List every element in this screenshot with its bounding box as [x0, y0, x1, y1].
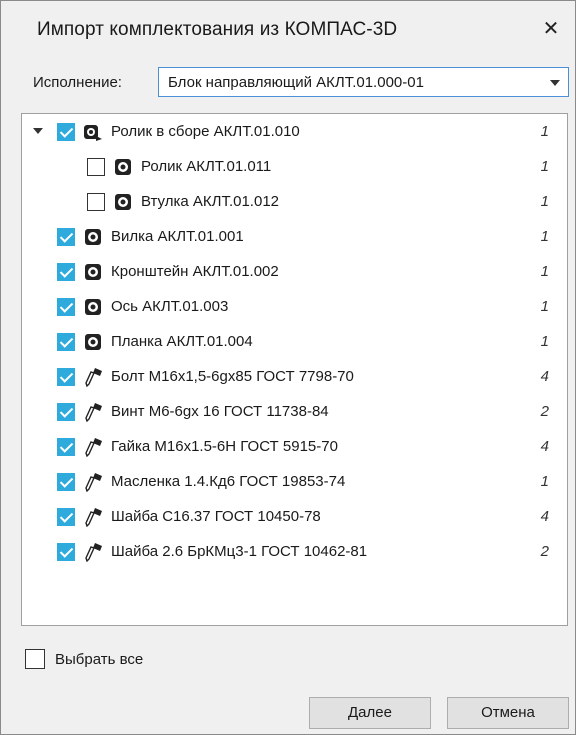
import-dialog: Импорт комплектования из КОМПАС-3D ✕ Исп… — [0, 0, 576, 735]
variant-select[interactable]: Блок направляющий АКЛТ.01.000-01 — [158, 67, 569, 97]
row-label: Кронштейн АКЛТ.01.002 — [111, 263, 279, 280]
expand-arrow-icon[interactable] — [33, 128, 43, 134]
tree-row[interactable]: Вилка АКЛТ.01.001 1 — [22, 220, 567, 254]
standard-item-icon — [83, 437, 103, 458]
standard-item-icon — [83, 542, 103, 563]
standard-item-icon — [83, 402, 103, 423]
row-checkbox[interactable] — [57, 123, 75, 141]
row-quantity: 1 — [540, 473, 549, 490]
select-all-label[interactable]: Выбрать все — [55, 651, 143, 668]
row-quantity: 2 — [540, 543, 549, 560]
variant-row: Исполнение: Блок направляющий АКЛТ.01.00… — [1, 67, 575, 101]
row-quantity: 1 — [540, 298, 549, 315]
tree-row[interactable]: Ось АКЛТ.01.003 1 — [22, 290, 567, 324]
row-quantity: 1 — [540, 333, 549, 350]
part-icon — [83, 262, 103, 282]
tree-row[interactable]: Кронштейн АКЛТ.01.002 1 — [22, 255, 567, 289]
standard-item-icon — [83, 472, 103, 493]
tree-row[interactable]: Ролик в сборе АКЛТ.01.010 1 — [22, 115, 567, 149]
tree-row[interactable]: Планка АКЛТ.01.004 1 — [22, 325, 567, 359]
part-icon — [83, 227, 103, 247]
row-checkbox[interactable] — [57, 403, 75, 421]
row-quantity: 2 — [540, 403, 549, 420]
tree-row[interactable]: Масленка 1.4.Кд6 ГОСТ 19853-74 1 — [22, 465, 567, 499]
row-quantity: 4 — [540, 438, 549, 455]
tree-row[interactable]: Шайба 2.6 БрКМц3-1 ГОСТ 10462-81 2 — [22, 535, 567, 569]
row-quantity: 1 — [540, 123, 549, 140]
tree-row[interactable]: Болт М16х1,5-6gх85 ГОСТ 7798-70 4 — [22, 360, 567, 394]
row-checkbox[interactable] — [57, 368, 75, 386]
chevron-down-icon — [550, 80, 560, 86]
select-all-checkbox[interactable] — [25, 649, 45, 669]
tree-row[interactable]: Шайба С16.37 ГОСТ 10450-78 4 — [22, 500, 567, 534]
row-label: Ролик АКЛТ.01.011 — [141, 158, 272, 175]
part-icon — [113, 157, 133, 177]
row-checkbox[interactable] — [57, 438, 75, 456]
variant-value: Блок направляющий АКЛТ.01.000-01 — [168, 74, 424, 91]
row-quantity: 1 — [540, 158, 549, 175]
dialog-title: Импорт комплектования из КОМПАС-3D — [37, 19, 398, 40]
row-label: Гайка М16х1.5-6Н ГОСТ 5915-70 — [111, 438, 338, 455]
row-label: Втулка АКЛТ.01.012 — [141, 193, 280, 210]
row-label: Масленка 1.4.Кд6 ГОСТ 19853-74 — [111, 473, 346, 490]
row-label: Шайба С16.37 ГОСТ 10450-78 — [111, 508, 321, 525]
cancel-button[interactable]: Отмена — [447, 697, 569, 729]
row-checkbox[interactable] — [57, 263, 75, 281]
row-label: Ось АКЛТ.01.003 — [111, 298, 229, 315]
row-label: Планка АКЛТ.01.004 — [111, 333, 253, 350]
next-button[interactable]: Далее — [309, 697, 431, 729]
close-icon[interactable]: ✕ — [535, 13, 567, 45]
row-label: Винт М6-6gх 16 ГОСТ 11738-84 — [111, 403, 329, 420]
row-checkbox[interactable] — [57, 543, 75, 561]
row-label: Шайба 2.6 БрКМц3-1 ГОСТ 10462-81 — [111, 543, 368, 560]
standard-item-icon — [83, 367, 103, 388]
component-tree[interactable]: Ролик в сборе АКЛТ.01.010 1 Ролик АКЛТ.01.… — [21, 113, 568, 626]
row-checkbox[interactable] — [57, 473, 75, 491]
row-quantity: 4 — [540, 368, 549, 385]
row-label: Ролик в сборе АКЛТ.01.010 — [111, 123, 300, 140]
assembly-icon — [83, 122, 103, 142]
row-checkbox[interactable] — [57, 228, 75, 246]
tree-row[interactable]: Ролик АКЛТ.01.011 1 — [22, 150, 567, 184]
row-quantity: 1 — [540, 193, 549, 210]
row-quantity: 1 — [540, 263, 549, 280]
part-icon — [83, 332, 103, 352]
standard-item-icon — [83, 507, 103, 528]
tree-row[interactable]: Втулка АКЛТ.01.012 1 — [22, 185, 567, 219]
part-icon — [83, 297, 103, 317]
row-label: Болт М16х1,5-6gх85 ГОСТ 7798-70 — [111, 368, 354, 385]
part-icon — [113, 192, 133, 212]
variant-label: Исполнение: — [33, 74, 122, 91]
tree-row[interactable]: Винт М6-6gх 16 ГОСТ 11738-84 2 — [22, 395, 567, 429]
row-quantity: 4 — [540, 508, 549, 525]
row-checkbox[interactable] — [87, 193, 105, 211]
row-checkbox[interactable] — [57, 508, 75, 526]
row-label: Вилка АКЛТ.01.001 — [111, 228, 244, 245]
row-checkbox[interactable] — [57, 333, 75, 351]
tree-row[interactable]: Гайка М16х1.5-6Н ГОСТ 5915-70 4 — [22, 430, 567, 464]
row-checkbox[interactable] — [57, 298, 75, 316]
row-checkbox[interactable] — [87, 158, 105, 176]
row-quantity: 1 — [540, 228, 549, 245]
title-bar: Импорт комплектования из КОМПАС-3D ✕ — [1, 1, 575, 61]
